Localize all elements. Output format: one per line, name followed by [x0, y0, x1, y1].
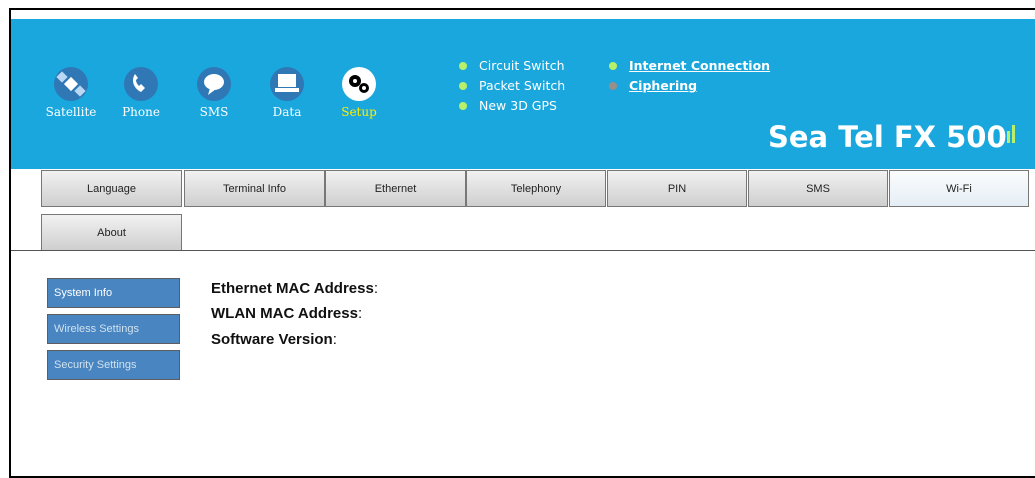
phone-icon [124, 67, 158, 101]
status-left: Circuit Switch Packet Switch New 3D GPS [459, 56, 565, 116]
status-gps: New 3D GPS [479, 98, 557, 113]
nav-sms[interactable]: SMS [184, 67, 244, 119]
status-dot-icon [459, 62, 467, 70]
tabs-divider [11, 250, 1035, 251]
tab-label: Ethernet [374, 182, 417, 195]
sidebar-item-system-info[interactable]: System Info [47, 278, 180, 308]
tab-label: Terminal Info [223, 182, 286, 195]
sms-icon [197, 67, 231, 101]
tab-pin[interactable]: PIN [607, 170, 747, 207]
top-strip [11, 10, 1035, 19]
tab-label: Language [87, 182, 136, 195]
tab-label: Wi-Fi [946, 182, 972, 195]
software-version-row: Software Version: [211, 331, 337, 348]
tab-wifi[interactable]: Wi-Fi [889, 170, 1029, 207]
software-version-label: Software Version [211, 331, 333, 348]
header: Satellite Phone SMS Data Setup Circuit S… [11, 19, 1035, 169]
sidebar-item-wireless-settings[interactable]: Wireless Settings [47, 314, 180, 344]
wlan-mac-row: WLAN MAC Address: [211, 305, 363, 322]
tab-label: SMS [806, 182, 830, 195]
nav-label: Data [272, 105, 302, 119]
wlan-mac-label: WLAN MAC Address [211, 305, 358, 322]
app-frame: Satellite Phone SMS Data Setup Circuit S… [9, 8, 1035, 478]
nav-label: Phone [122, 105, 160, 119]
signal-icon [1007, 125, 1015, 143]
data-icon [270, 67, 304, 101]
nav-satellite[interactable]: Satellite [41, 67, 101, 119]
nav-phone[interactable]: Phone [111, 67, 171, 119]
sidebar-label: System Info [54, 287, 113, 299]
tab-language[interactable]: Language [41, 170, 182, 207]
sidebar-label: Security Settings [54, 359, 137, 371]
status-dot-icon [609, 82, 617, 90]
sidebar-label: Wireless Settings [54, 323, 139, 335]
tab-telephony[interactable]: Telephony [466, 170, 606, 207]
tab-label: About [97, 226, 126, 239]
status-packet-switch: Packet Switch [479, 78, 566, 93]
internet-connection-link[interactable]: Internet Connection [629, 56, 770, 76]
tab-terminal-info[interactable]: Terminal Info [184, 170, 325, 207]
tab-label: Telephony [510, 182, 562, 195]
status-dot-icon [459, 82, 467, 90]
nav-label: Satellite [45, 105, 97, 119]
satellite-icon [54, 67, 88, 101]
gears-icon [342, 67, 376, 101]
ciphering-link[interactable]: Ciphering [629, 76, 697, 96]
ethernet-mac-label: Ethernet MAC Address [211, 280, 374, 297]
status-dot-icon [459, 102, 467, 110]
status-circuit-switch: Circuit Switch [479, 58, 565, 73]
nav-label: Setup [341, 105, 377, 119]
tab-about[interactable]: About [41, 214, 182, 251]
brand-title: Sea Tel FX 500 [768, 120, 1007, 154]
tab-sms[interactable]: SMS [748, 170, 888, 207]
tab-ethernet[interactable]: Ethernet [325, 170, 466, 207]
nav-label: SMS [199, 105, 229, 119]
nav-data[interactable]: Data [257, 67, 317, 119]
sidebar-item-security-settings[interactable]: Security Settings [47, 350, 180, 380]
status-right: Internet Connection Ciphering [609, 56, 770, 96]
ethernet-mac-row: Ethernet MAC Address: [211, 280, 378, 297]
nav-setup[interactable]: Setup [329, 67, 389, 119]
tab-label: PIN [667, 182, 687, 195]
status-dot-icon [609, 62, 617, 70]
